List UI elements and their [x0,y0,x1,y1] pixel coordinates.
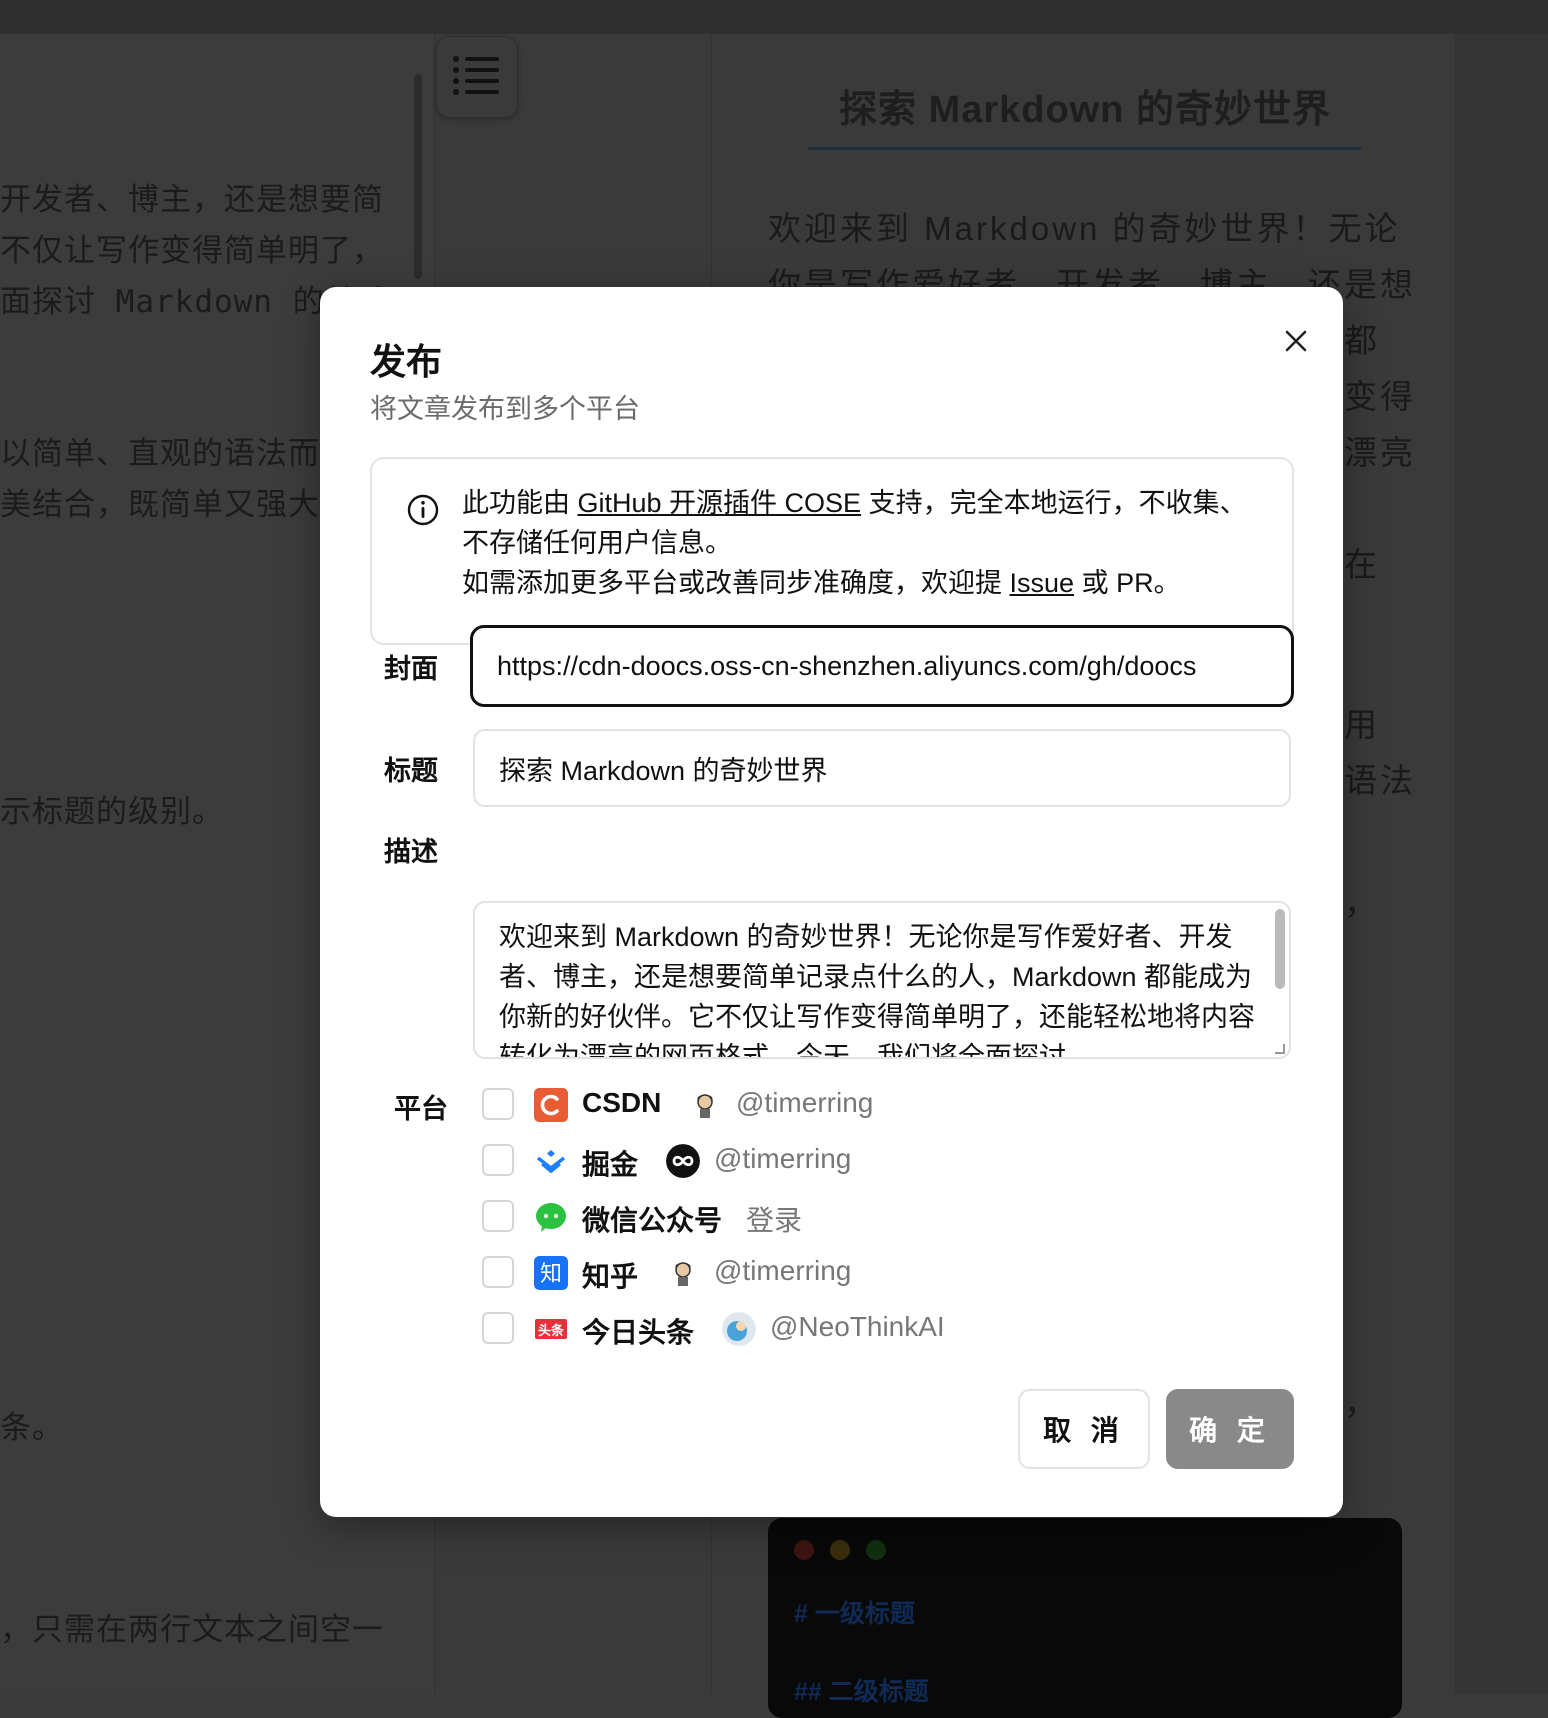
platform-user: @timerring [714,1255,852,1286]
user-avatar-icon [666,1256,700,1290]
preview-line: 欢迎来到 Markdown 的奇妙世界！无论 [768,210,1401,247]
cose-link[interactable]: GitHub 开源插件 COSE [578,488,862,518]
info-alert: 此功能由 GitHub 开源插件 COSE 支持，完全本地运行，不收集、不存储任… [370,457,1294,645]
editor-line: 美结合，既简单又强大 [0,487,320,523]
resize-grip-icon[interactable] [1275,1044,1285,1054]
code-block: # 一级标题 ## 二级标题 [768,1518,1402,1718]
code-line: # 一级标题 [794,1600,915,1628]
preview-fragment: ， [1344,884,1380,921]
editor-line: 不仅让写作变得简单明了， [0,233,384,269]
zhihu-logo-icon: 知 [534,1256,568,1290]
preview-fragment: ， [1344,1384,1380,1421]
csdn-logo-icon [534,1088,568,1122]
editor-scrollbar[interactable] [414,74,422,279]
description-label: 描述 [384,837,438,867]
editor-line: 条。 [0,1410,64,1446]
dialog-subtitle: 将文章发布到多个平台 [370,394,640,424]
cover-label: 封面 [384,654,438,684]
toutiao-logo-icon: 头条 [535,1319,567,1339]
editor-line: 开发者、博主，还是想要简 [0,182,384,218]
mac-dot-green [866,1540,886,1560]
platform-checkbox[interactable] [482,1312,514,1344]
preview-fragment: 在 [1344,546,1380,583]
editor-line: ，只需在两行文本之间空一 [0,1612,384,1648]
preview-fragment: 变得 [1344,378,1416,415]
platform-checkbox[interactable] [482,1144,514,1176]
info-icon [407,494,439,526]
juejin-logo-icon [536,1150,566,1173]
cover-input[interactable] [470,625,1294,707]
infinity-avatar-icon [666,1144,700,1178]
platform-user: @NeoThinkAI [770,1311,945,1342]
toc-button[interactable] [436,36,518,118]
cancel-button[interactable]: 取 消 [1018,1389,1150,1469]
close-icon [1285,330,1307,352]
issue-link[interactable]: Issue [1010,568,1075,598]
platform-checkbox[interactable] [482,1200,514,1232]
platform-name: CSDN [582,1087,662,1118]
textarea-scrollbar[interactable] [1275,909,1285,989]
neothink-avatar-icon [722,1312,756,1346]
svg-text:头条: 头条 [538,1323,565,1339]
mac-dot-yellow [830,1540,850,1560]
close-button[interactable] [1276,321,1316,361]
editor-line: 示标题的级别。 [0,794,224,830]
platform-name: 掘金 [582,1149,639,1180]
preview-gutter [1455,34,1548,1694]
editor-line: 以简单、直观的语法而著 [0,436,352,472]
info-text-part: 或 PR。 [1074,568,1181,598]
platform-name: 今日头条 [582,1317,695,1348]
list-icon [453,56,499,95]
platform-name: 知乎 [582,1261,639,1292]
platform-name: 微信公众号 [582,1205,723,1236]
publish-dialog: 发布 将文章发布到多个平台 此功能由 GitHub 开源插件 COSE 支持，完… [320,287,1343,1517]
wechat-logo-icon [536,1203,566,1232]
description-textarea[interactable]: 欢迎来到 Markdown 的奇妙世界！无论你是写作爱好者、开发者、博主，还是想… [473,901,1291,1059]
platform-checkbox[interactable] [482,1088,514,1120]
info-text-part: 此功能由 [462,488,578,518]
preview-fragment: 语法 [1344,762,1416,799]
confirm-button[interactable]: 确 定 [1166,1389,1294,1469]
platform-checkbox[interactable] [482,1256,514,1288]
top-bar [0,0,1548,34]
code-line: ## 二级标题 [794,1678,929,1706]
info-text: 此功能由 GitHub 开源插件 COSE 支持，完全本地运行，不收集、不存储任… [462,483,1262,603]
preview-fragment: 用 [1344,706,1380,743]
user-avatar-icon [688,1088,722,1122]
description-text: 欢迎来到 Markdown 的奇妙世界！无论你是写作爱好者、开发者、博主，还是想… [499,922,1255,1059]
title-input[interactable] [473,729,1291,807]
platform-user: @timerring [714,1143,852,1174]
title-label: 标题 [384,756,438,786]
dialog-title: 发布 [370,341,443,382]
mac-dot-red [794,1540,814,1560]
preview-fragment: 都 [1344,322,1380,359]
preview-fragment: 漂亮 [1344,434,1416,471]
platform-user: @timerring [736,1087,874,1118]
svg-text:知: 知 [540,1262,562,1287]
preview-title: 探索 Markdown 的奇妙世界 [808,78,1362,150]
login-link[interactable]: 登录 [746,1199,802,1239]
info-text-part: 如需添加更多平台或改善同步准确度，欢迎提 [462,568,1010,598]
platform-label: 平台 [394,1094,448,1124]
